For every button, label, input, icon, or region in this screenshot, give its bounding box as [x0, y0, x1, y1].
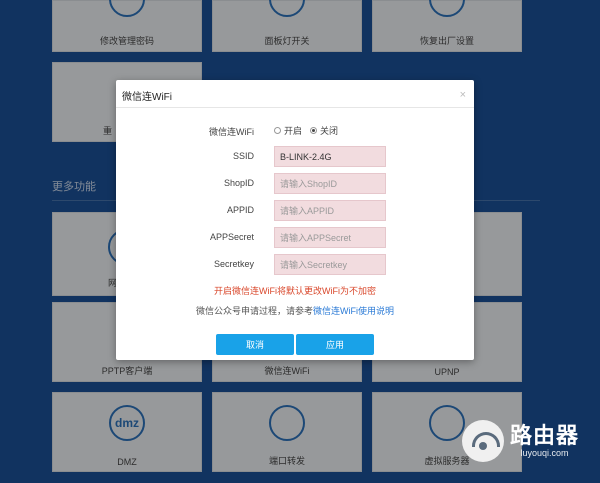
help-hint: 微信公众号申请过程，请参考微信连WiFi使用说明: [116, 304, 474, 317]
watermark-title: 路由器: [510, 423, 580, 448]
help-hint-text: 微信公众号申请过程，请参考: [195, 306, 313, 316]
dialog-title: 微信连WiFi: [116, 80, 474, 108]
secretkey-label: Secretkey: [213, 259, 254, 269]
watermark-subtitle: luyouqi.com: [520, 448, 569, 458]
shopid-row: ShopID: [116, 173, 474, 195]
ssid-row: SSID: [116, 146, 474, 168]
appid-label: APPID: [226, 205, 254, 215]
radio-on[interactable]: [274, 127, 281, 134]
ssid-label: SSID: [232, 151, 254, 161]
wechat-wifi-dialog: 微信连WiFi × 微信连WiFi 开启 关闭 SSID ShopID APPI…: [116, 80, 474, 360]
radio-off-label: 关闭: [320, 126, 339, 136]
wechat-toggle: 开启 关闭: [274, 124, 346, 137]
router-logo-icon: [462, 420, 504, 462]
close-icon[interactable]: ×: [460, 89, 466, 101]
apply-button[interactable]: 应用: [296, 334, 374, 355]
appid-input[interactable]: [274, 200, 386, 221]
encryption-warning: 开启微信连WiFi将默认更改WiFi为不加密: [214, 286, 376, 296]
watermark-text: 路由器 luyouqi.com: [510, 423, 580, 459]
help-link[interactable]: 微信连WiFi使用说明: [313, 306, 394, 316]
appsecret-row: APPSecret: [116, 227, 474, 249]
secretkey-row: Secretkey: [116, 254, 474, 276]
shopid-input[interactable]: [274, 173, 386, 194]
wechat-toggle-row: 微信连WiFi 开启 关闭: [116, 120, 474, 142]
appsecret-label: APPSecret: [209, 232, 254, 242]
cancel-button[interactable]: 取消: [216, 334, 294, 355]
appsecret-input[interactable]: [274, 227, 386, 248]
ssid-input[interactable]: [274, 146, 386, 167]
shopid-label: ShopID: [223, 178, 254, 188]
appid-row: APPID: [116, 200, 474, 222]
radio-on-label: 开启: [284, 126, 303, 136]
secretkey-input[interactable]: [274, 254, 386, 275]
radio-off[interactable]: [310, 127, 318, 134]
wechat-toggle-label: 微信连WiFi: [209, 127, 254, 137]
watermark: 路由器 luyouqi.com: [462, 420, 579, 462]
